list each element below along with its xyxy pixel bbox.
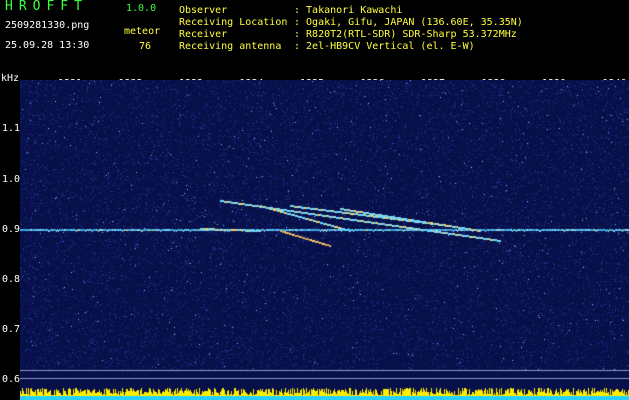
y-tick-label: 0.7 <box>2 324 21 335</box>
info-value-antenna: : 2el-HB9CV Vertical (el. E-W) <box>294 41 475 52</box>
header-panel: HROFFT 1.0.0 2509281330.png 25.09.28 13:… <box>0 0 629 72</box>
info-key-location: Receiving Location <box>179 17 288 28</box>
info-key-antenna: Receiving antenna <box>179 41 282 52</box>
info-value-receiver: : R820T2(RTL-SDR) SDR-Sharp 53.372MHz <box>294 29 517 40</box>
info-key-receiver: Receiver <box>179 29 228 40</box>
app-version: 1.0.0 <box>126 3 157 14</box>
meteor-count: 76 <box>139 41 152 52</box>
y-tick-label: 1.1 <box>2 123 21 134</box>
file-datetime: 25.09.28 13:30 <box>5 40 90 51</box>
app-name: HROFFT <box>5 0 88 14</box>
spectrogram <box>20 80 629 400</box>
y-tick-label: 0.9 <box>2 224 21 235</box>
y-axis-unit: kHz <box>1 73 20 84</box>
info-value-observer: : Takanori Kawachi <box>294 5 403 16</box>
y-tick-label: 0.6 <box>2 374 21 385</box>
y-tick-label: 1.0 <box>2 174 21 185</box>
meteor-label: meteor <box>124 26 161 37</box>
file-name: 2509281330.png <box>5 20 90 31</box>
info-key-observer: Observer <box>179 5 228 16</box>
info-value-location: : Ogaki, Gifu, JAPAN (136.60E, 35.35N) <box>294 17 523 28</box>
y-tick-label: 0.8 <box>2 274 21 285</box>
